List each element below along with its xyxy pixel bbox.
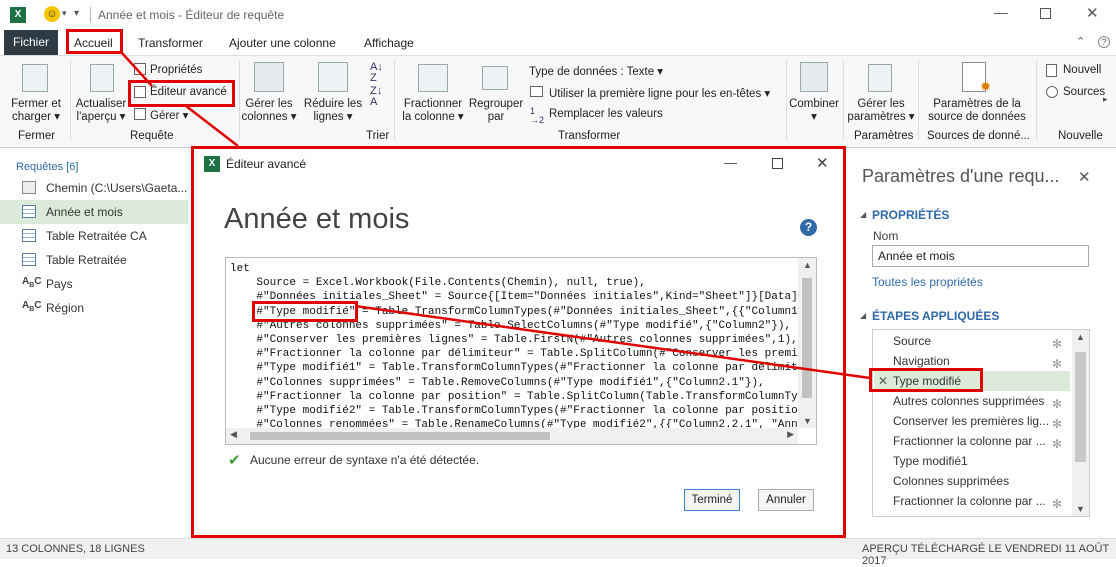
annotation-lines [121, 52, 871, 380]
connector-accueil-editeur [121, 52, 153, 87]
connector-code-step [354, 304, 871, 380]
connector-editeur-dialog [185, 105, 239, 147]
